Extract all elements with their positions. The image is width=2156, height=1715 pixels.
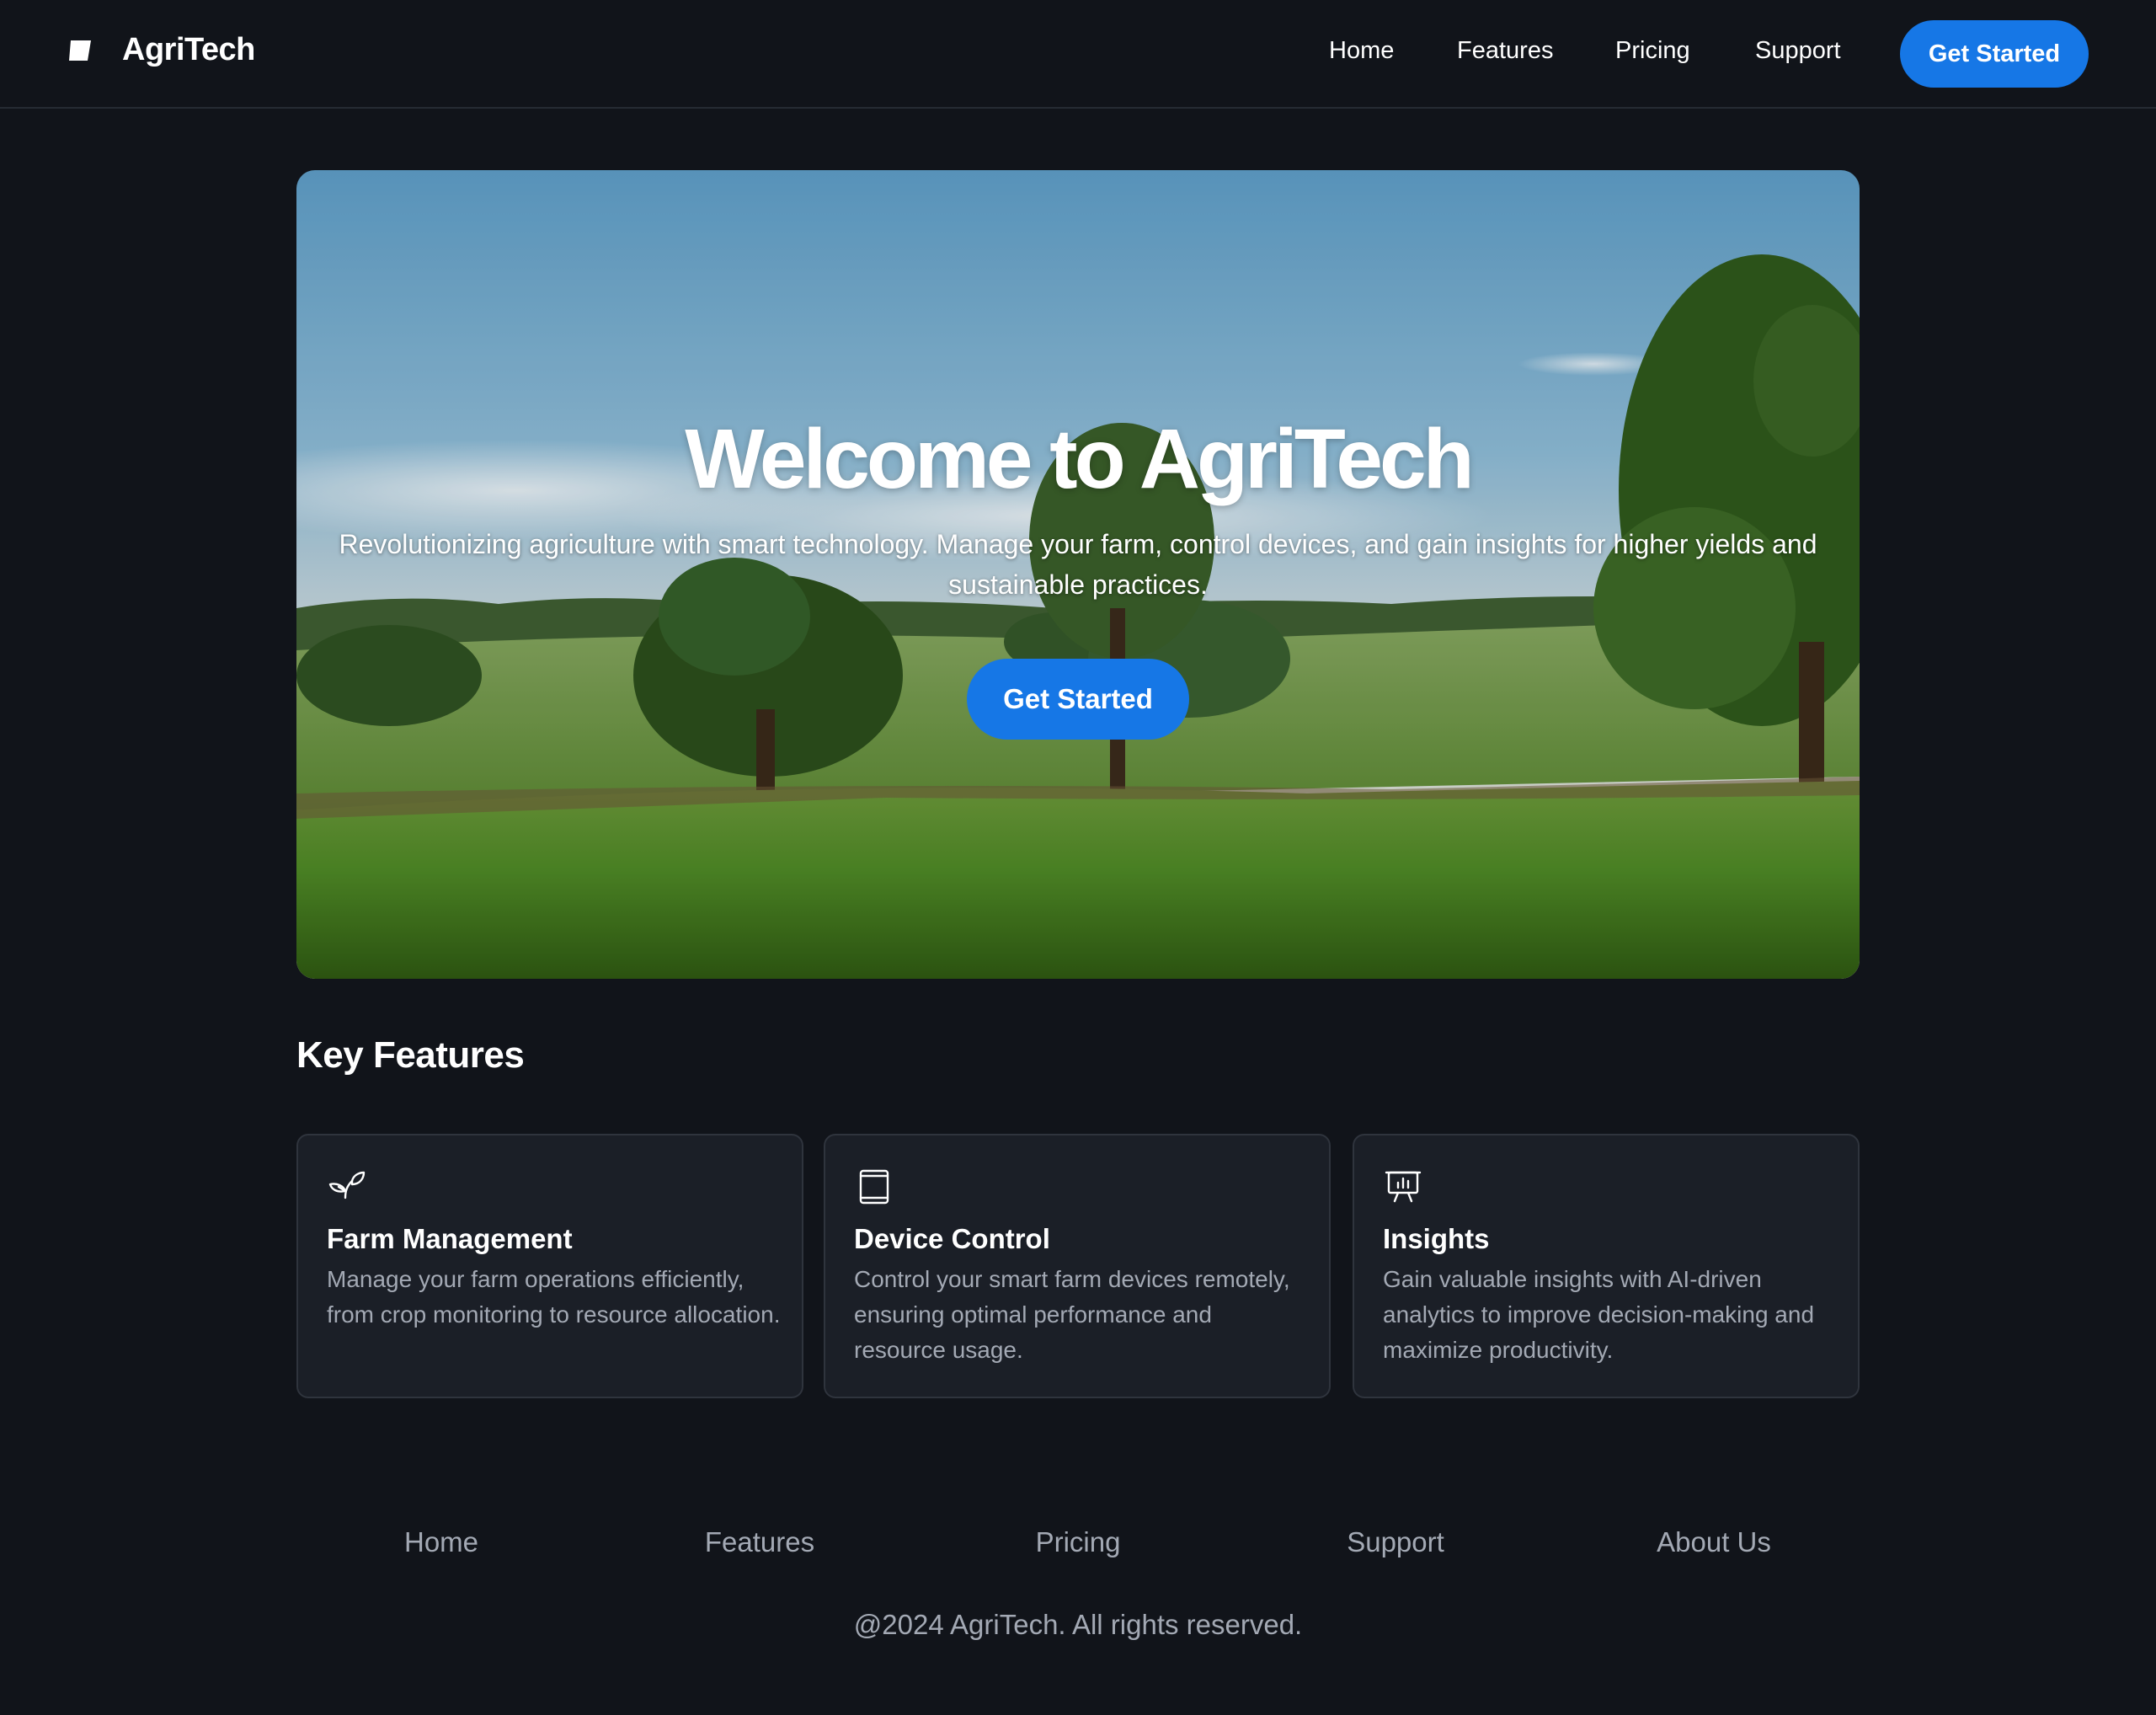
page: AgriTech Home Features Pricing Support G… — [0, 0, 2156, 1715]
copyright-text: @2024 AgriTech. All rights reserved. — [853, 1609, 1303, 1640]
feature-title: Insights — [1383, 1223, 1490, 1254]
footer-about-us-link[interactable]: About Us — [1657, 1526, 1771, 1558]
brand[interactable]: AgriTech — [67, 32, 255, 68]
feature-card-device-control: Device Control Control your smart farm d… — [824, 1134, 1331, 1398]
hero-get-started-button[interactable]: Get Started — [967, 659, 1189, 740]
footer-home-link[interactable]: Home — [404, 1526, 478, 1558]
key-features-heading: Key Features — [296, 1034, 525, 1076]
sprout-icon — [328, 1171, 366, 1199]
feature-card-insights: Insights Gain valuable insights with AI-… — [1353, 1134, 1860, 1398]
header-get-started-button[interactable]: Get Started — [1900, 20, 2089, 88]
footer-support-link[interactable]: Support — [1347, 1526, 1444, 1558]
nav-features-link[interactable]: Features — [1457, 37, 1553, 65]
footer-links: Home Features Pricing Support About Us — [0, 1526, 2156, 1568]
hero-subtitle: Revolutionizing agriculture with smart t… — [339, 529, 1817, 600]
nav-pricing-link[interactable]: Pricing — [1615, 37, 1690, 65]
feature-description: Gain valuable insights with AI-driven an… — [1383, 1266, 1815, 1363]
nav-support-link[interactable]: Support — [1755, 37, 1841, 65]
feature-title: Farm Management — [327, 1223, 573, 1254]
feature-title: Device Control — [854, 1223, 1050, 1254]
footer-pricing-link[interactable]: Pricing — [1036, 1526, 1121, 1558]
tablet-icon — [859, 1169, 889, 1205]
agritech-logo-icon — [69, 40, 91, 61]
hero-title: Welcome to AgriTech — [685, 412, 1474, 506]
nav-home-link[interactable]: Home — [1329, 37, 1394, 65]
brand-name: AgriTech — [122, 32, 255, 67]
feature-description: Control your smart farm devices remotely… — [854, 1266, 1290, 1363]
hero-banner: Welcome to AgriTech Revolutionizing agri… — [296, 170, 1860, 979]
feature-description: Manage your farm operations efficiently,… — [327, 1266, 781, 1328]
feature-card-farm-management: Farm Management Manage your farm operati… — [296, 1134, 803, 1398]
presentation-chart-icon — [1385, 1171, 1422, 1203]
top-navbar: AgriTech Home Features Pricing Support G… — [0, 0, 2156, 109]
footer-features-link[interactable]: Features — [705, 1526, 814, 1558]
